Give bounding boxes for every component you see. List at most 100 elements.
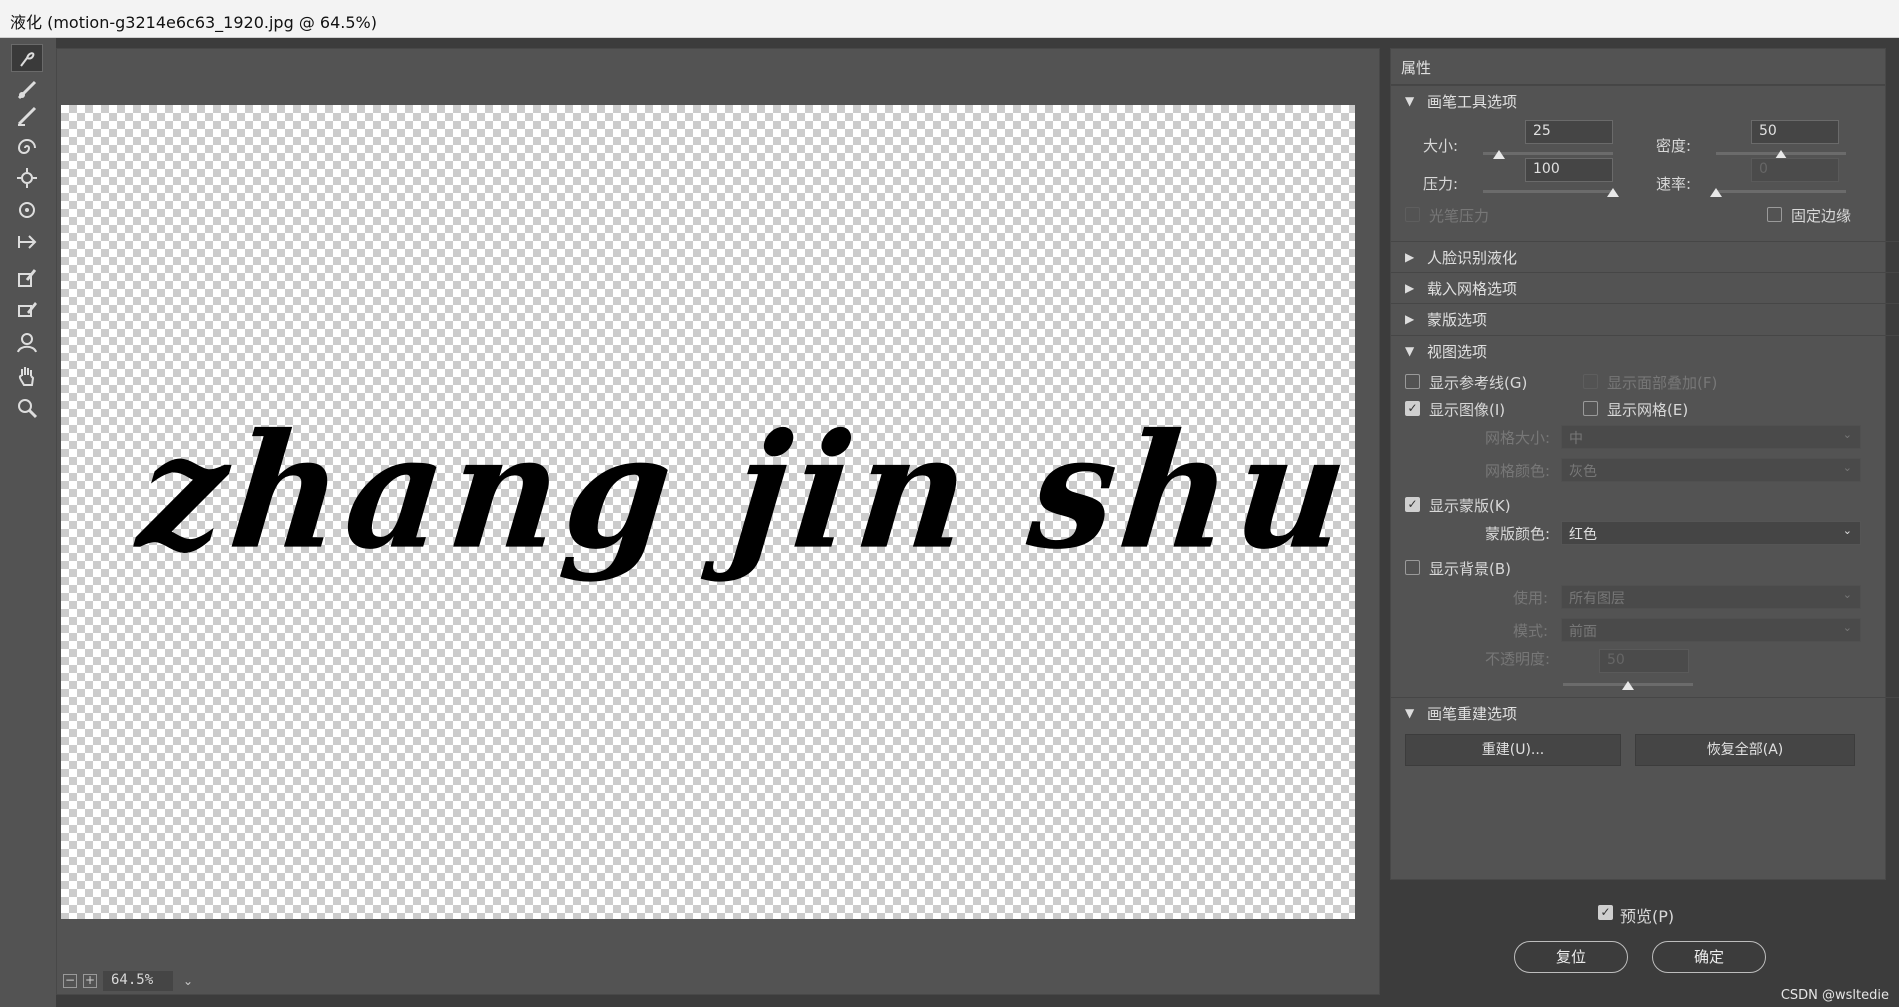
opacity-input[interactable]: 50 [1599, 649, 1689, 673]
section-reconstruct-label: 画笔重建选项 [1427, 704, 1518, 723]
thaw-mask-tool[interactable] [11, 294, 43, 322]
show-backdrop-checkbox[interactable] [1405, 560, 1420, 575]
preview-checkbox[interactable]: ✓ [1598, 905, 1613, 920]
rate-slider[interactable] [1716, 190, 1846, 193]
restore-all-button[interactable]: 恢复全部(A) [1635, 734, 1855, 766]
reconstruct-tool[interactable] [11, 76, 43, 104]
zoom-tool[interactable] [11, 394, 43, 422]
zoom-in-button[interactable]: + [83, 974, 97, 988]
pressure-slider-thumb[interactable] [1607, 188, 1619, 197]
push-left-icon [18, 235, 37, 249]
show-image-label: 显示图像(I) [1429, 401, 1506, 419]
bloat-tool[interactable] [11, 196, 43, 224]
pressure-slider[interactable] [1483, 190, 1613, 193]
push-left-tool[interactable] [11, 228, 43, 256]
show-guides-checkbox[interactable] [1405, 374, 1420, 389]
zoom-icon [18, 399, 38, 419]
show-backdrop-label: 显示背景(B) [1429, 560, 1511, 578]
section-mask-label: 蒙版选项 [1427, 310, 1488, 329]
freeze-mask-icon [18, 269, 37, 287]
mesh-size-label: 网格大小: [1485, 429, 1551, 447]
section-view[interactable]: ▼ 视图选项 [1391, 335, 1899, 366]
show-mask-checkbox[interactable]: ✓ [1405, 497, 1420, 512]
rate-input[interactable]: 0 [1751, 158, 1839, 182]
panel-title: 属性 [1391, 49, 1885, 85]
hand-icon [18, 367, 35, 386]
pucker-icon [17, 168, 37, 188]
use-label: 使用: [1513, 589, 1549, 607]
opacity-slider-thumb[interactable] [1622, 681, 1634, 690]
mode-select[interactable]: 前面 ⌄ [1561, 618, 1861, 642]
mask-color-value: 红色 [1569, 527, 1597, 543]
pucker-tool[interactable] [11, 164, 43, 192]
bloat-icon [19, 202, 35, 218]
section-face-aware-label: 人脸识别液化 [1427, 248, 1518, 267]
section-view-label: 视图选项 [1427, 342, 1488, 361]
stylus-pressure-checkbox[interactable] [1405, 207, 1420, 222]
face-icon [17, 333, 37, 353]
tool-palette [0, 38, 56, 1007]
mesh-color-label: 网格颜色: [1485, 462, 1551, 480]
forward-warp-tool[interactable] [11, 44, 43, 72]
preview-label: 预览(P) [1620, 907, 1675, 926]
mesh-color-select[interactable]: 灰色 ⌄ [1561, 458, 1861, 482]
expanded-triangle-icon: ▼ [1405, 706, 1415, 720]
chevron-down-icon: ⌄ [1842, 621, 1852, 634]
ok-button[interactable]: 确定 [1652, 941, 1766, 973]
chevron-down-icon: ⌄ [1842, 524, 1852, 537]
mesh-size-select[interactable]: 中 ⌄ [1561, 425, 1861, 449]
face-tool[interactable] [11, 328, 43, 356]
stylus-pressure-label: 光笔压力 [1429, 207, 1490, 225]
reconstruct-button[interactable]: 重建(U)... [1405, 734, 1621, 766]
section-face-aware[interactable]: ▶ 人脸识别液化 [1391, 241, 1899, 272]
show-mesh-label: 显示网格(E) [1607, 401, 1689, 419]
smooth-icon [17, 106, 37, 126]
use-value: 所有图层 [1569, 591, 1625, 607]
mask-color-select[interactable]: 红色 ⌄ [1561, 521, 1861, 545]
section-reconstruct[interactable]: ▼ 画笔重建选项 [1391, 697, 1899, 728]
reconstruct-icon [17, 80, 37, 100]
handwriting-layer: zhang jin shu [61, 105, 1361, 919]
document-canvas[interactable]: zhang jin shu [61, 105, 1361, 919]
rate-label: 速率: [1656, 175, 1692, 193]
forward-warp-icon [20, 52, 35, 67]
window-title: 液化 (motion-g3214e6c63_1920.jpg @ 64.5%) [10, 13, 377, 32]
reset-button[interactable]: 复位 [1514, 941, 1628, 973]
chevron-down-icon: ⌄ [1842, 588, 1852, 601]
mode-label: 模式: [1513, 622, 1549, 640]
show-guides-label: 显示参考线(G) [1429, 374, 1528, 392]
pressure-input[interactable]: 100 [1525, 158, 1613, 182]
show-face-overlay-checkbox[interactable] [1583, 374, 1598, 389]
zoom-out-button[interactable]: − [63, 974, 77, 988]
canvas-area[interactable]: zhang jin shu − + 64.5% ⌄ [56, 48, 1380, 995]
chevron-down-icon: ⌄ [1842, 428, 1852, 441]
show-mesh-checkbox[interactable] [1583, 401, 1598, 416]
section-brush-tool[interactable]: ▼ 画笔工具选项 [1391, 85, 1885, 116]
twirl-tool[interactable] [11, 134, 43, 162]
size-input[interactable]: 25 [1525, 120, 1613, 144]
watermark: CSDN @wsltedie [1780, 988, 1889, 1003]
properties-panel: 属性 ▼ 画笔工具选项 大小: 25 密度: 50 压力: 100 速率: 0 … [1390, 48, 1899, 880]
pin-edges-checkbox[interactable] [1767, 207, 1782, 222]
expanded-triangle-icon: ▼ [1405, 94, 1415, 108]
zoom-value[interactable]: 64.5% [103, 971, 173, 991]
window-titlebar: 液化 (motion-g3214e6c63_1920.jpg @ 64.5%) [0, 0, 1899, 38]
show-face-overlay-label: 显示面部叠加(F) [1607, 374, 1718, 392]
show-image-checkbox[interactable]: ✓ [1405, 401, 1420, 416]
mode-value: 前面 [1569, 624, 1597, 640]
smooth-tool[interactable] [11, 102, 43, 130]
use-select[interactable]: 所有图层 ⌄ [1561, 585, 1861, 609]
mask-color-label: 蒙版颜色: [1485, 525, 1551, 543]
hand-tool[interactable] [11, 362, 43, 390]
expanded-triangle-icon: ▼ [1405, 344, 1415, 358]
freeze-mask-tool[interactable] [11, 264, 43, 292]
rate-slider-thumb[interactable] [1710, 188, 1722, 197]
density-input[interactable]: 50 [1751, 120, 1839, 144]
zoom-dropdown-icon[interactable]: ⌄ [179, 971, 197, 991]
section-mask[interactable]: ▶ 蒙版选项 [1391, 303, 1899, 334]
size-slider-thumb[interactable] [1492, 150, 1505, 159]
thaw-mask-icon [18, 302, 37, 317]
section-load-mesh[interactable]: ▶ 载入网格选项 [1391, 272, 1899, 303]
size-label: 大小: [1423, 137, 1459, 155]
show-mask-label: 显示蒙版(K) [1429, 497, 1511, 515]
